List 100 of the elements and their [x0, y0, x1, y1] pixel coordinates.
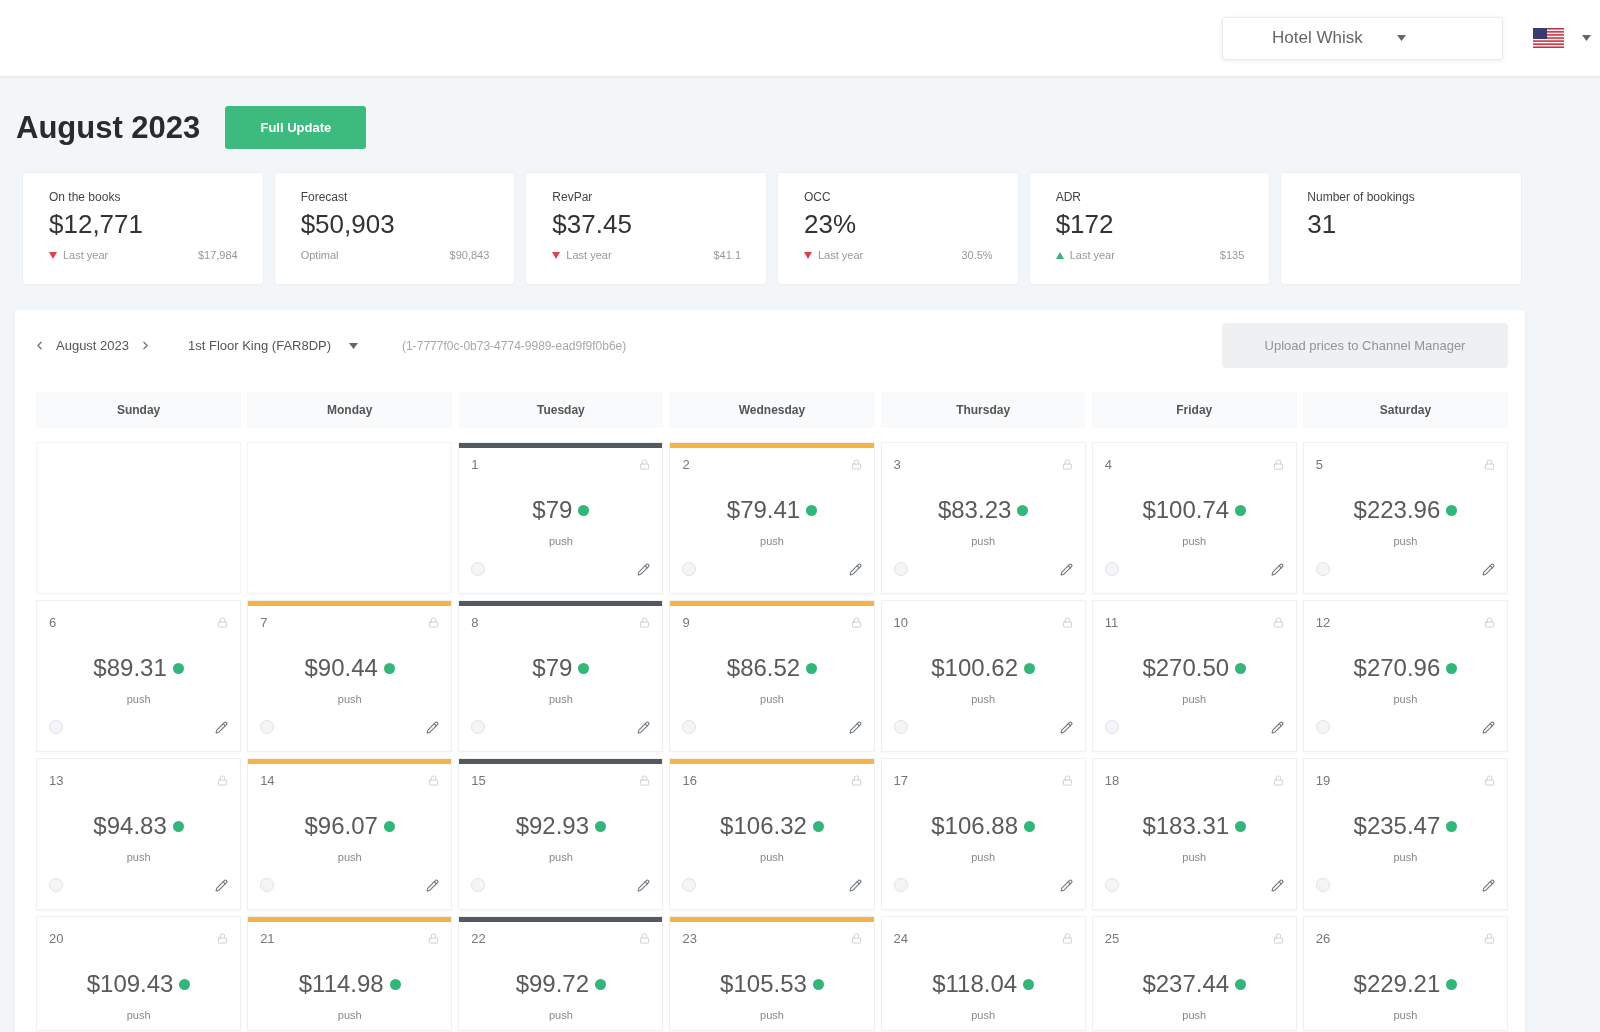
- circle-icon[interactable]: [49, 720, 63, 734]
- pencil-icon[interactable]: [215, 878, 229, 892]
- calendar-day-cell[interactable]: 18 $183.31 push: [1091, 758, 1297, 910]
- circle-icon[interactable]: [1315, 878, 1330, 892]
- lock-icon[interactable]: [428, 616, 440, 628]
- calendar-day-cell[interactable]: 2 $79.41 push: [669, 442, 875, 594]
- lock-icon[interactable]: [1061, 932, 1073, 944]
- stat-label: OCC: [804, 190, 832, 204]
- calendar-day-cell[interactable]: 14 $96.07 push: [247, 758, 453, 910]
- circle-icon[interactable]: [893, 562, 908, 576]
- lock-icon[interactable]: [850, 932, 862, 944]
- lock-icon[interactable]: [1061, 616, 1073, 628]
- circle-icon[interactable]: [49, 878, 63, 892]
- lock-icon[interactable]: [428, 774, 440, 786]
- lock-icon[interactable]: [1484, 616, 1495, 628]
- circle-icon[interactable]: [471, 562, 486, 576]
- pencil-icon[interactable]: [1059, 562, 1073, 576]
- status-dot-icon: [578, 662, 590, 674]
- calendar-day-cell[interactable]: 26 $229.21 push: [1302, 916, 1508, 1031]
- lock-icon[interactable]: [217, 774, 229, 786]
- day-number: 8: [471, 614, 479, 630]
- calendar-day-cell[interactable]: 15 $92.93 push: [458, 758, 664, 910]
- pencil-icon[interactable]: [426, 878, 440, 892]
- weekday-header: Tuesday: [458, 392, 664, 428]
- circle-icon[interactable]: [682, 720, 697, 734]
- lock-icon[interactable]: [1272, 458, 1284, 470]
- pencil-icon[interactable]: [1059, 878, 1073, 892]
- calendar-day-cell[interactable]: 24 $118.04 push: [880, 916, 1086, 1031]
- pencil-icon[interactable]: [426, 720, 440, 734]
- calendar-day-cell[interactable]: 3 $83.23 push: [880, 442, 1086, 594]
- pencil-icon[interactable]: [637, 878, 651, 892]
- circle-icon[interactable]: [1104, 878, 1119, 892]
- circle-icon[interactable]: [1315, 720, 1330, 734]
- lock-icon[interactable]: [1484, 458, 1495, 470]
- calendar-day-cell[interactable]: 4 $100.74 push: [1091, 442, 1297, 594]
- lock-icon[interactable]: [850, 774, 862, 786]
- calendar-day-cell[interactable]: 23 $105.53 push: [669, 916, 875, 1031]
- calendar-day-cell[interactable]: 8 $79 push: [458, 600, 664, 752]
- lock-icon[interactable]: [1484, 774, 1495, 786]
- lock-icon[interactable]: [1061, 458, 1073, 470]
- lock-icon[interactable]: [1272, 774, 1284, 786]
- flag-icon: [1533, 28, 1564, 48]
- calendar-day-cell[interactable]: 5 $223.96 push: [1302, 442, 1508, 594]
- calendar-day-cell[interactable]: 9 $86.52 push: [669, 600, 875, 752]
- pencil-icon[interactable]: [848, 720, 862, 734]
- lock-icon[interactable]: [850, 458, 862, 470]
- lock-icon[interactable]: [639, 932, 651, 944]
- lock-icon[interactable]: [639, 774, 651, 786]
- pencil-icon[interactable]: [1482, 720, 1495, 734]
- lock-icon[interactable]: [1484, 932, 1495, 944]
- circle-icon[interactable]: [471, 720, 486, 734]
- lock-icon[interactable]: [639, 616, 651, 628]
- pencil-icon[interactable]: [1270, 878, 1284, 892]
- calendar-day-cell[interactable]: 7 $90.44 push: [247, 600, 453, 752]
- calendar-day-cell[interactable]: 11 $270.50 push: [1091, 600, 1297, 752]
- calendar-day-cell[interactable]: 20 $109.43 push: [36, 916, 242, 1031]
- calendar-day-cell[interactable]: 17 $106.88 push: [880, 758, 1086, 910]
- pencil-icon[interactable]: [1482, 878, 1495, 892]
- calendar-day-cell[interactable]: 6 $89.31 push: [36, 600, 242, 752]
- lock-icon[interactable]: [428, 932, 440, 944]
- circle-icon[interactable]: [260, 720, 275, 734]
- pencil-icon[interactable]: [637, 562, 651, 576]
- calendar-day-cell[interactable]: 13 $94.83 push: [36, 758, 242, 910]
- pencil-icon[interactable]: [215, 720, 229, 734]
- day-number: 2: [682, 456, 690, 472]
- lock-icon[interactable]: [217, 932, 229, 944]
- pencil-icon[interactable]: [848, 878, 862, 892]
- pencil-icon[interactable]: [848, 562, 862, 576]
- calendar-day-cell[interactable]: 25 $237.44 push: [1091, 916, 1297, 1031]
- price-note: push: [1182, 1008, 1207, 1022]
- calendar-day-cell[interactable]: 19 $235.47 push: [1302, 758, 1508, 910]
- lock-icon[interactable]: [1272, 932, 1284, 944]
- lock-icon[interactable]: [1272, 616, 1284, 628]
- circle-icon[interactable]: [682, 878, 697, 892]
- calendar-day-cell[interactable]: 12 $270.96 push: [1302, 600, 1508, 752]
- pencil-icon[interactable]: [637, 720, 651, 734]
- circle-icon[interactable]: [260, 878, 275, 892]
- calendar-day-cell[interactable]: 21 $114.98 push: [247, 916, 453, 1031]
- hotel-select[interactable]: Hotel Whisk: [1222, 16, 1503, 60]
- circle-icon[interactable]: [682, 562, 697, 576]
- lock-icon[interactable]: [850, 616, 862, 628]
- pencil-icon[interactable]: [1270, 562, 1284, 576]
- circle-icon[interactable]: [893, 720, 908, 734]
- lock-icon[interactable]: [639, 458, 651, 470]
- circle-icon[interactable]: [1104, 562, 1119, 576]
- room-select[interactable]: 1st Floor King (FAR8DP): [184, 329, 363, 362]
- pencil-icon[interactable]: [1482, 562, 1495, 576]
- lock-icon[interactable]: [1061, 774, 1073, 786]
- circle-icon[interactable]: [1104, 720, 1119, 734]
- lock-icon[interactable]: [217, 616, 229, 628]
- calendar-day-cell[interactable]: 10 $100.62 push: [880, 600, 1086, 752]
- pencil-icon[interactable]: [1270, 720, 1284, 734]
- circle-icon[interactable]: [471, 878, 486, 892]
- compare-value: $135: [1219, 249, 1245, 261]
- calendar-day-cell[interactable]: 16 $106.32 push: [669, 758, 875, 910]
- calendar-day-cell[interactable]: 1 $79 push: [458, 442, 664, 594]
- circle-icon[interactable]: [1315, 562, 1330, 576]
- pencil-icon[interactable]: [1059, 720, 1073, 734]
- circle-icon[interactable]: [893, 878, 908, 892]
- calendar-day-cell[interactable]: 22 $99.72 push: [458, 916, 664, 1031]
